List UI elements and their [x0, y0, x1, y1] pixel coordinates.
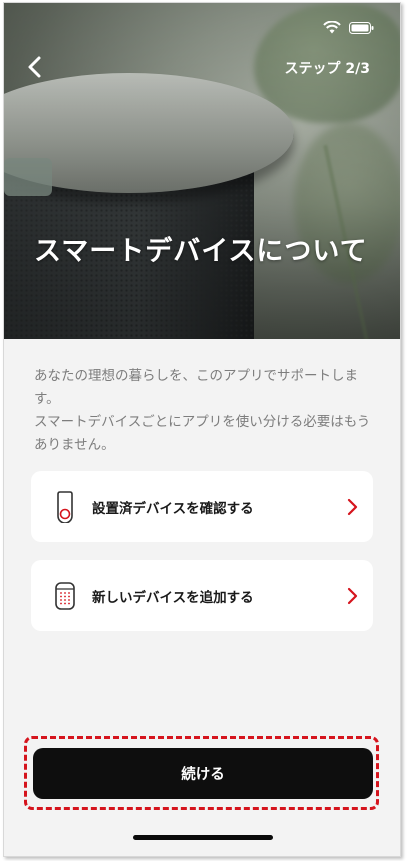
option-label: 設置済デバイスを確認する [92, 500, 254, 517]
intro-text: あなたの理想の暮らしを、このアプリでサポートします。 スマートデバイスごとにアプ… [34, 368, 371, 453]
option-label: 新しいデバイスを追加する [92, 589, 254, 606]
step-indicator: ステップ 2/3 [284, 61, 370, 77]
wifi-icon [323, 21, 341, 34]
check-installed-devices-button[interactable]: 設置済デバイスを確認する [31, 471, 373, 542]
page-title: スマートデバイスについて [34, 236, 368, 267]
chevron-right-icon [345, 587, 359, 605]
installed-device-icon [52, 490, 78, 523]
continue-button[interactable]: 続ける [33, 748, 373, 799]
speaker-device-icon [52, 581, 78, 611]
app-screen: ステップ 2/3 スマートデバイスについて あなたの理想の暮らしを、このアプリで… [3, 2, 401, 857]
add-new-device-button[interactable]: 新しいデバイスを追加する [31, 560, 373, 631]
status-bar [323, 21, 374, 34]
chevron-right-icon [345, 498, 359, 516]
home-indicator [133, 835, 273, 840]
battery-icon [349, 21, 374, 34]
hero-image [4, 3, 400, 339]
back-arrow-icon[interactable] [24, 55, 48, 79]
